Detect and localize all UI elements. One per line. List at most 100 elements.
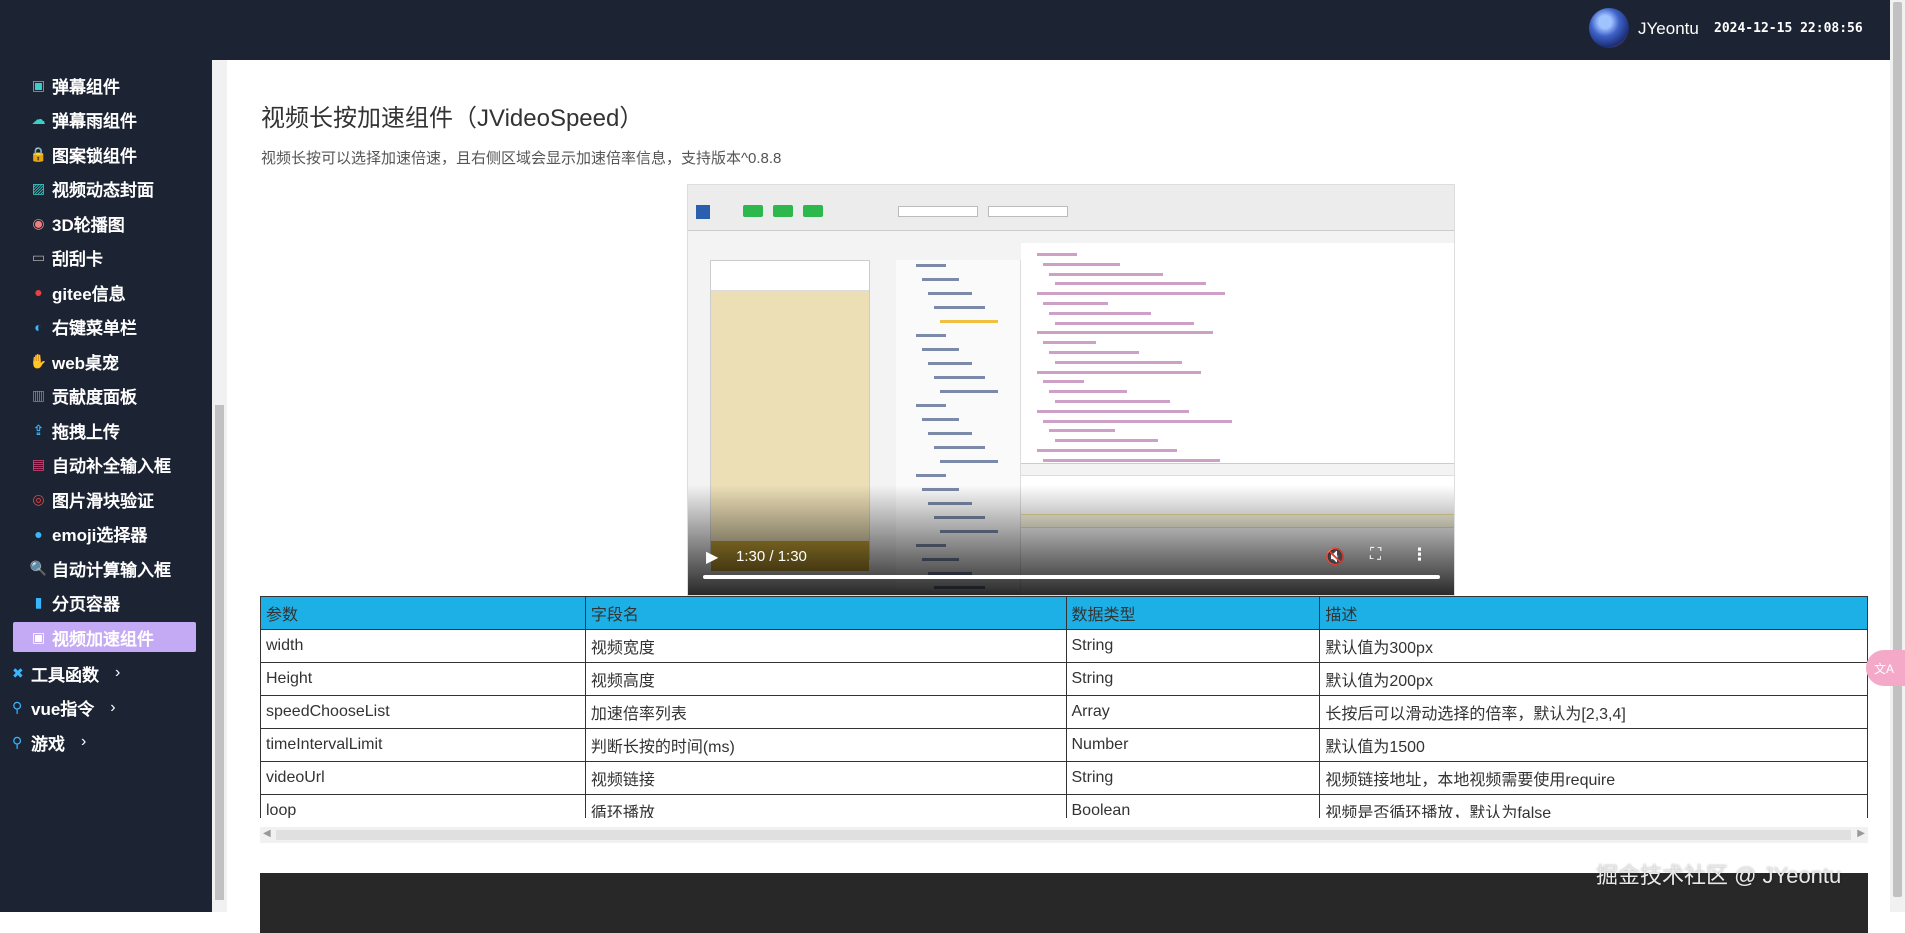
- demo-video[interactable]: ▶ 1:30 / 1:30 🔇 ⛶ ⋮: [687, 184, 1455, 596]
- sidebar-item-label: 右键菜单栏: [52, 319, 137, 338]
- translate-icon[interactable]: 文A: [1866, 650, 1905, 686]
- sidebar-item[interactable]: ▥ 贡献度面板: [30, 381, 137, 411]
- table-cell: loop: [260, 794, 586, 818]
- sidebar: ▣ 弹幕组件 ☁ 弹幕雨组件 🔒 图案锁组件 ▨ 视频动态封面 ◉ 3D轮播图 ▭ 刮刮卡 ● gitee…: [0, 60, 212, 912]
- sidebar-item[interactable]: ◎ 图片滑块验证: [30, 484, 154, 514]
- table-scrollbar-thumb[interactable]: [276, 830, 1851, 840]
- sidebar-item-label: 图片滑块验证: [52, 491, 154, 511]
- sidebar-group[interactable]: ⚲ 游戏 ›: [12, 727, 86, 757]
- lock-icon: 🔒: [29, 145, 48, 162]
- card-icon: ▭: [31, 249, 46, 265]
- chat-icon: ▣: [31, 76, 46, 93]
- sidebar-item-label: 视频动态封面: [52, 181, 154, 200]
- datetime: 2024-12-15 22:08:56: [1714, 21, 1863, 36]
- page-scrollbar[interactable]: [1890, 0, 1905, 912]
- sidebar-item-label: 拖拽上传: [52, 422, 120, 442]
- table-horizontal-scrollbar[interactable]: ◀ ▶: [260, 827, 1868, 843]
- sidebar-item-label: 弹幕组件: [52, 77, 120, 97]
- sidebar-item-label: gitee信息: [52, 284, 126, 304]
- video-frame-ide-toolbar: [688, 185, 1454, 231]
- table-cell: 视频宽度: [584, 629, 1067, 663]
- sidebar-group[interactable]: ✖ 工具函数 ›: [12, 658, 120, 688]
- sidebar-item-label: 视频加速组件: [52, 629, 154, 649]
- sidebar-group-label: vue指令: [31, 700, 95, 719]
- more-options-icon[interactable]: ⋮: [1411, 545, 1428, 565]
- sidebar-item[interactable]: ▤ 自动补全输入框: [30, 450, 171, 480]
- table-header-row: 参数 字段名 数据类型 描述: [260, 596, 1868, 630]
- sidebar-item[interactable]: ◐ 右键菜单栏: [30, 312, 137, 342]
- sidebar-item-label: 刮刮卡: [52, 250, 103, 269]
- fullscreen-icon[interactable]: ⛶: [1370, 546, 1381, 564]
- video-progress-bar[interactable]: [703, 575, 1440, 579]
- username[interactable]: JYeontu: [1638, 19, 1699, 39]
- table-header-cell: 参数: [260, 596, 586, 630]
- table-cell: Height: [260, 662, 586, 696]
- table-row: speedChooseList 加速倍率列表 Array 长按后可以滑动选择的倍率，默…: [260, 695, 1868, 729]
- sidebar-item[interactable]: ▣ 视频加速组件: [13, 622, 196, 652]
- table-cell: timeIntervalLimit: [260, 728, 586, 762]
- sidebar-item[interactable]: ● gitee信息: [30, 277, 126, 307]
- sidebar-item[interactable]: 🔒 图案锁组件: [30, 139, 137, 169]
- tools-icon: ✖: [12, 664, 24, 681]
- page-title: 视频长按加速组件（JVideoSpeed）: [261, 105, 644, 132]
- table-cell: Array: [1065, 695, 1321, 729]
- props-table: 参数 字段名 数据类型 描述 width 视频宽度 String 默认值为300px Heig…: [260, 596, 1868, 818]
- page-scrollbar-thumb[interactable]: [1893, 2, 1902, 897]
- upload-icon: ⇪: [32, 421, 45, 438]
- sidebar-item[interactable]: ● emoji选择器: [30, 519, 147, 549]
- user-avatar[interactable]: [1589, 8, 1629, 48]
- watermark: 掘金技术社区 @ JYeontu: [1596, 863, 1842, 888]
- search-icon: 🔍: [29, 559, 48, 576]
- table-row: videoUrl 视频链接 String 视频链接地址，本地视频需要使用require: [260, 761, 1868, 795]
- image-icon: ▨: [31, 180, 46, 196]
- gitee-icon: ●: [34, 284, 43, 300]
- video-frame-button: [803, 205, 823, 217]
- sidebar-item[interactable]: ▭ 刮刮卡: [30, 243, 103, 273]
- rain-icon: ☁: [31, 111, 46, 127]
- page-description: 视频长按可以选择加速倍速，且右侧区域会显示加速倍率信息，支持版本^0.8.8: [261, 150, 782, 167]
- table-cell: 视频链接地址，本地视频需要使用require: [1319, 761, 1868, 795]
- chevron-right-icon: ›: [115, 664, 121, 681]
- video-frame-logo: [696, 205, 710, 219]
- scroll-right-icon[interactable]: ▶: [1857, 828, 1865, 839]
- video-frame-select: [898, 206, 978, 217]
- scroll-left-icon[interactable]: ◀: [263, 828, 271, 839]
- sidebar-group[interactable]: ⚲ vue指令 ›: [12, 693, 116, 723]
- table-cell: 视频是否循环播放，默认为false: [1319, 794, 1868, 818]
- table-cell: 默认值为200px: [1319, 662, 1868, 696]
- sidebar-item-label: web桌宠: [52, 353, 120, 373]
- mouse-icon: ◐: [34, 318, 43, 335]
- table-header-cell: 数据类型: [1065, 596, 1321, 630]
- sidebar-item[interactable]: ▨ 视频动态封面: [30, 174, 154, 204]
- sidebar-item-label: 3D轮播图: [52, 215, 125, 235]
- sidebar-item[interactable]: ▣ 弹幕组件: [30, 70, 120, 100]
- sidebar-item[interactable]: ✋ web桌宠: [30, 346, 119, 376]
- sidebar-item[interactable]: ◉ 3D轮播图: [30, 208, 125, 238]
- sidebar-item[interactable]: 🔍 自动计算输入框: [30, 553, 171, 583]
- table-cell: String: [1065, 662, 1321, 696]
- video-time: 1:30 / 1:30: [736, 548, 807, 565]
- table-row: timeIntervalLimit 判断长按的时间(ms) Number 默认值为15…: [260, 728, 1868, 762]
- sidebar-item-label: 弹幕雨组件: [52, 112, 137, 131]
- sidebar-scrollbar[interactable]: [212, 60, 227, 912]
- table-header-cell: 字段名: [584, 596, 1067, 630]
- chart-icon: ▥: [31, 387, 46, 403]
- sidebar-item[interactable]: ▮ 分页容器: [30, 588, 120, 618]
- sidebar-item[interactable]: ⇪ 拖拽上传: [30, 415, 120, 445]
- table-cell: String: [1065, 629, 1321, 663]
- play-icon[interactable]: ▶: [706, 547, 718, 567]
- sidebar-group-label: 游戏: [31, 734, 65, 754]
- table-cell: Boolean: [1065, 794, 1321, 818]
- table-cell: 视频高度: [584, 662, 1067, 696]
- table-row: loop 循环播放 Boolean 视频是否循环播放，默认为false: [260, 794, 1868, 818]
- sidebar-item-label: 分页容器: [52, 595, 120, 614]
- table-cell: videoUrl: [260, 761, 586, 795]
- table-cell: 加速倍率列表: [584, 695, 1067, 729]
- sidebar-item-label: 自动计算输入框: [52, 560, 171, 580]
- table-cell: 默认值为300px: [1319, 629, 1868, 663]
- sidebar-scrollbar-thumb[interactable]: [215, 405, 224, 900]
- mute-icon[interactable]: 🔇: [1325, 547, 1345, 567]
- chevron-right-icon: ›: [110, 698, 116, 716]
- carousel-icon: ◉: [32, 214, 45, 231]
- sidebar-item[interactable]: ☁ 弹幕雨组件: [30, 105, 138, 135]
